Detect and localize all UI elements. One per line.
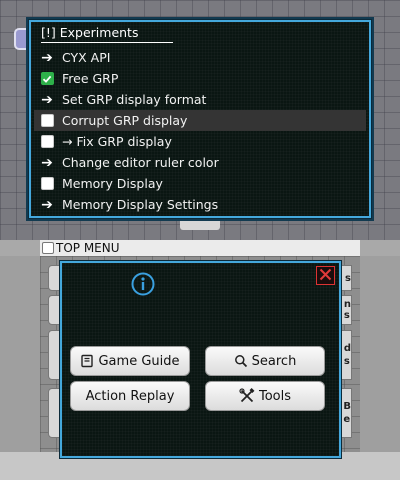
menu-item-memory-display[interactable]: Memory Display xyxy=(34,173,366,194)
search-button[interactable]: Search xyxy=(205,346,325,376)
background-button[interactable]: s xyxy=(340,265,352,291)
checkbox[interactable] xyxy=(40,72,54,86)
menu-item-fix-grp-display[interactable]: → Fix GRP display xyxy=(34,131,366,152)
top-screen: [!] Experiments ➔ CYX API Free GRP ➔ Set… xyxy=(0,0,400,240)
background-button[interactable] xyxy=(48,265,60,291)
menu-item-label: Change editor ruler color xyxy=(62,155,219,170)
close-icon xyxy=(319,266,332,285)
game-guide-button[interactable]: Game Guide xyxy=(70,346,190,376)
book-icon xyxy=(80,354,94,368)
search-label: Search xyxy=(251,353,297,369)
arrow-right-icon: ➔ xyxy=(41,154,53,171)
menu-item-cyx-api[interactable]: ➔ CYX API xyxy=(34,47,366,68)
game-guide-label: Game Guide xyxy=(98,353,180,369)
menu-item-corrupt-grp-display[interactable]: Corrupt GRP display xyxy=(34,110,366,131)
arrow-right-icon: ➔ xyxy=(41,196,53,213)
menu-item-change-editor-ruler-color[interactable]: ➔ Change editor ruler color xyxy=(34,152,366,173)
background-button[interactable] xyxy=(48,388,60,438)
menu-item-set-grp-display-format[interactable]: ➔ Set GRP display format xyxy=(34,89,366,110)
top-menu-bar[interactable]: TOP MENU xyxy=(40,240,360,256)
top-menu-label: TOP MENU xyxy=(56,241,120,255)
menu-item-label: Memory Display xyxy=(62,176,163,191)
bottom-screen: TOP MENU s n s d s B e Game Guide Search… xyxy=(0,240,400,480)
checkbox[interactable] xyxy=(40,114,54,128)
menu-item-label: CYX API xyxy=(62,50,111,65)
tools-button[interactable]: Tools xyxy=(205,381,325,411)
background-button[interactable]: n s xyxy=(340,295,352,325)
experiments-menu-title: [!] Experiments xyxy=(41,25,173,43)
menu-item-label: Memory Display Settings xyxy=(62,197,219,212)
top-menu-checkbox[interactable] xyxy=(42,242,54,254)
action-replay-button[interactable]: Action Replay xyxy=(70,381,190,411)
experiments-menu: [!] Experiments ➔ CYX API Free GRP ➔ Set… xyxy=(29,20,371,218)
close-button[interactable] xyxy=(316,266,335,285)
menu-item-memory-display-settings[interactable]: ➔ Memory Display Settings xyxy=(34,194,366,215)
search-icon xyxy=(234,354,248,368)
left-margin xyxy=(0,256,40,480)
right-margin xyxy=(360,256,400,480)
checkbox[interactable] xyxy=(40,135,54,149)
menu-item-label: → Fix GRP display xyxy=(62,134,172,149)
checkmark-icon xyxy=(40,72,54,85)
menu-item-label: Corrupt GRP display xyxy=(62,113,188,128)
tools-icon xyxy=(239,388,255,404)
info-icon[interactable] xyxy=(131,272,155,296)
tools-label: Tools xyxy=(258,388,292,404)
menu-item-free-grp[interactable]: Free GRP xyxy=(34,68,366,89)
checkbox[interactable] xyxy=(40,177,54,191)
menu-item-label: Set GRP display format xyxy=(62,92,207,107)
arrow-right-icon: ➔ xyxy=(41,91,53,108)
background-button[interactable]: d s xyxy=(340,330,352,380)
background-button[interactable]: B e xyxy=(340,388,352,438)
top-menu-popup: Game Guide Search Action Replay Tools xyxy=(60,261,341,458)
background-button[interactable] xyxy=(48,295,60,325)
background-button[interactable] xyxy=(48,330,60,380)
menu-item-label: Free GRP xyxy=(62,71,119,86)
action-replay-label: Action Replay xyxy=(85,388,175,404)
arrow-right-icon: ➔ xyxy=(41,49,53,66)
